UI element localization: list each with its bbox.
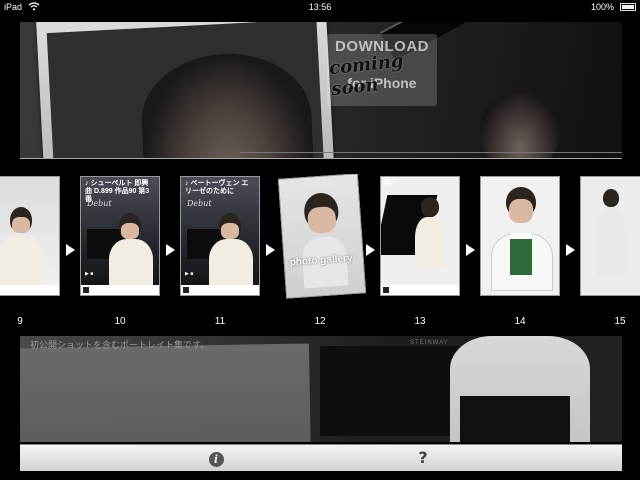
status-bar: iPad 13:56 100% (0, 0, 640, 14)
play-arrow-icon (366, 244, 375, 256)
thumb-number: 10 (114, 316, 126, 324)
help-button[interactable]: ? (413, 448, 433, 468)
bottom-toolbar: i ? (20, 444, 622, 471)
thumb-head (603, 189, 619, 207)
separator (20, 158, 622, 159)
thumb-head (421, 197, 439, 217)
help-icon: ? (418, 448, 428, 467)
thumbnail-13[interactable]: DL (380, 176, 460, 296)
thumb-footer (81, 285, 159, 295)
thumb-number: 12 (314, 316, 326, 324)
play-arrow-icon (66, 244, 75, 256)
app-frame: DOWNLOAD for iPhone coming soon ♪ シューベルト… (0, 14, 640, 444)
thumb-number: 14 (514, 316, 526, 324)
thumbnail-12[interactable]: photo gallery (277, 174, 367, 299)
thumb-number: 11 (214, 316, 226, 324)
thumbnail-9[interactable] (0, 176, 60, 296)
portrait-card (20, 343, 312, 442)
play-controls-icon: ▶ ■ (185, 271, 194, 277)
portrait-face (138, 49, 315, 158)
battery-percent: 100% (590, 2, 614, 12)
banner-caption: 初公開ショットを含むポートレイト集です。 (30, 340, 210, 350)
thumb-footer (181, 285, 259, 295)
thumb-body (209, 239, 253, 289)
piano (320, 346, 470, 436)
play-arrow-icon (266, 244, 275, 256)
thumb-tie (510, 239, 532, 275)
thumb-face (221, 223, 239, 239)
play-arrow-icon (466, 244, 475, 256)
info-icon: i (208, 452, 224, 467)
play-controls-icon: ▶ ■ (85, 271, 94, 277)
battery-icon (620, 3, 636, 11)
thumb-body (415, 217, 445, 267)
download-mini-badge: DL (383, 179, 393, 187)
thumb-body (597, 207, 625, 277)
thumbnail-strip[interactable]: ♪ シューベルト 即興曲 D.899 作品90 第3番 Debut ▶ ■ ♪ … (0, 174, 640, 324)
portrait-photo (46, 22, 325, 158)
thumb-body (0, 235, 43, 285)
thumb-footer (0, 285, 59, 295)
portrait-small (480, 92, 560, 158)
thumb-body (109, 239, 153, 289)
piano-brand: STEINWAY (410, 340, 449, 346)
frame-line (240, 152, 622, 153)
thumb-footer (381, 285, 459, 295)
thumb-face (307, 206, 337, 234)
thumbnail-15[interactable] (580, 176, 640, 296)
top-banner[interactable]: DOWNLOAD for iPhone coming soon (20, 22, 622, 158)
thumb-face (121, 223, 139, 239)
thumb-number: 9 (17, 316, 23, 324)
thumb-title: ♪ ベートーヴェン エリーゼのために (185, 180, 249, 195)
play-arrow-icon (566, 244, 575, 256)
thumbnail-11[interactable]: ♪ ベートーヴェン エリーゼのために Debut ▶ ■ (180, 176, 260, 296)
portrait-pants (460, 396, 570, 442)
thumb-face (12, 217, 30, 233)
thumb-number: 15 (614, 316, 626, 324)
thumb-subtitle: Debut (87, 199, 112, 208)
thumbnail-10[interactable]: ♪ シューベルト 即興曲 D.899 作品90 第3番 Debut ▶ ■ (80, 176, 160, 296)
thumb-face (509, 199, 533, 223)
bottom-banner[interactable]: 初公開ショットを含むポートレイト集です。 STEINWAY (20, 336, 622, 442)
thumb-number: 13 (414, 316, 426, 324)
portrait-card (36, 22, 334, 158)
play-arrow-icon (166, 244, 175, 256)
thumb-subtitle: Debut (187, 199, 212, 208)
thumbnail-14[interactable] (480, 176, 560, 296)
info-button[interactable]: i (206, 448, 226, 468)
clock: 13:56 (308, 2, 332, 12)
